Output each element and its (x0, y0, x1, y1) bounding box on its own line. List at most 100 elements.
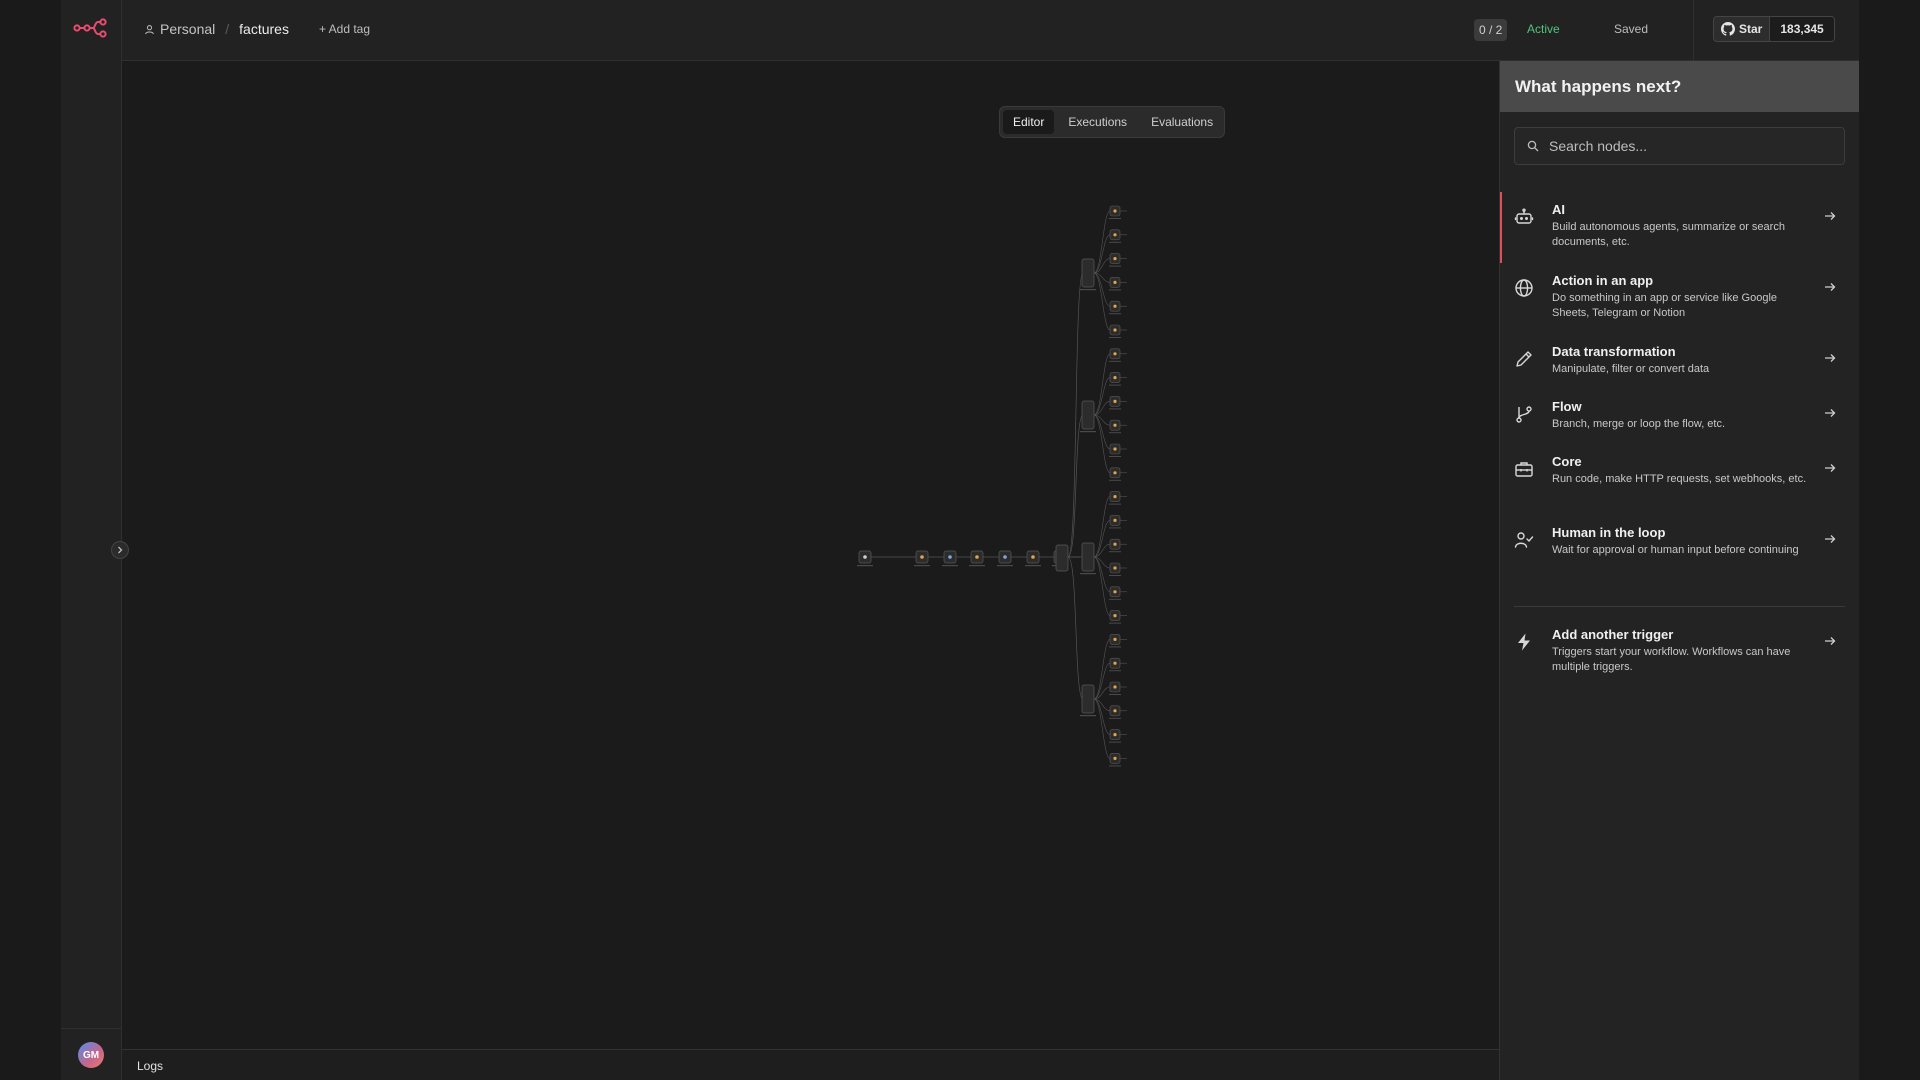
leaf-node-label[interactable] (1109, 360, 1121, 362)
category-title: Data transformation (1552, 344, 1676, 359)
leaf-node-icon[interactable] (1113, 376, 1117, 380)
group-node[interactable] (1081, 258, 1095, 288)
leaf-node-icon[interactable] (1113, 257, 1117, 261)
leaf-node-label[interactable] (1109, 241, 1121, 243)
logs-bar[interactable]: Logs (122, 1049, 1499, 1080)
trigger-desc: Triggers start your workflow. Workflows … (1552, 646, 1791, 673)
workflow-node-label[interactable] (997, 565, 1013, 567)
leaf-node-label[interactable] (1109, 456, 1121, 457)
category-add-trigger[interactable]: Add another trigger Triggers start your … (1500, 617, 1860, 688)
workflow-node-label[interactable] (914, 565, 930, 567)
workflow-graph[interactable] (122, 61, 1499, 1049)
leaf-node-label[interactable] (1109, 337, 1121, 338)
leaf-node-icon[interactable] (1113, 637, 1117, 642)
node-creator-panel: What happens next? Search nodes... AI Bu… (1499, 61, 1859, 1080)
workflow-canvas[interactable]: Editor Executions Evaluations (122, 61, 1499, 1049)
workflow-node-icon[interactable] (975, 555, 979, 559)
leaf-node-label[interactable] (1109, 503, 1121, 505)
leaf-node-label[interactable] (1109, 646, 1121, 648)
leaf-node-label[interactable] (1109, 551, 1121, 553)
workflow-node-label[interactable] (942, 565, 958, 567)
search-box[interactable] (1514, 127, 1845, 165)
workflow-node-icon[interactable] (920, 555, 924, 559)
leaf-node-label[interactable] (1109, 527, 1121, 529)
leaf-node-icon[interactable] (1113, 566, 1117, 570)
leaf-node-icon[interactable] (1113, 304, 1117, 308)
leaf-node-icon[interactable] (1113, 399, 1117, 403)
category-desc: Do something in an app or service like G… (1552, 292, 1778, 319)
leaf-node-label[interactable] (1109, 765, 1121, 767)
leaf-node-label[interactable] (1109, 408, 1121, 410)
leaf-node-label[interactable] (1109, 741, 1121, 743)
leaf-node-label[interactable] (1109, 218, 1121, 219)
leaf-node-label[interactable] (1109, 289, 1121, 291)
leaf-node-label[interactable] (1109, 622, 1121, 624)
group-node[interactable] (1081, 400, 1095, 430)
category-human-in-the-loop[interactable]: Human in the loop Wait for approval or h… (1500, 515, 1860, 586)
workflow-node-icon[interactable] (948, 555, 952, 559)
active-status[interactable]: Active (1527, 22, 1560, 36)
leaf-node-icon[interactable] (1113, 280, 1117, 284)
github-star-label-wrap[interactable]: Star (1714, 17, 1771, 41)
leaf-node-label[interactable] (1109, 717, 1121, 719)
tab-editor[interactable]: Editor (1003, 110, 1055, 134)
leaf-node-label[interactable] (1109, 313, 1121, 315)
workflow-node-icon[interactable] (1003, 555, 1007, 559)
leaf-node-icon[interactable] (1113, 518, 1117, 522)
category-core[interactable]: Core Run code, make HTTP requests, set w… (1500, 444, 1860, 515)
leaf-node-icon[interactable] (1113, 352, 1117, 356)
leaf-node-label[interactable] (1109, 384, 1121, 386)
leaf-node-icon[interactable] (1113, 542, 1117, 546)
leaf-node-label[interactable] (1109, 265, 1121, 267)
leaf-node-icon[interactable] (1113, 756, 1117, 761)
sidebar-expand-button[interactable] (111, 541, 129, 559)
leaf-node-label[interactable] (1109, 670, 1121, 672)
leaf-node-label[interactable] (1109, 575, 1121, 576)
leaf-node-label[interactable] (1109, 694, 1121, 695)
active-trigger-counter[interactable]: 0 / 2 (1474, 19, 1508, 41)
group-node-label[interactable] (1080, 289, 1096, 291)
tab-evaluations[interactable]: Evaluations (1141, 110, 1223, 134)
workflow-node-label[interactable] (857, 565, 873, 567)
leaf-node-icon[interactable] (1113, 733, 1117, 737)
leaf-node-icon[interactable] (1113, 233, 1117, 237)
switch-node[interactable] (1055, 544, 1069, 572)
category-flow[interactable]: Flow Branch, merge or loop the flow, etc… (1500, 389, 1860, 444)
group-node[interactable] (1081, 542, 1095, 572)
workflow-node-icon[interactable] (863, 555, 867, 559)
chevron-right-icon (118, 546, 123, 554)
search-input[interactable] (1549, 138, 1844, 154)
leaf-node-icon[interactable] (1113, 614, 1117, 618)
workflow-name[interactable]: factures (239, 21, 289, 37)
leaf-node-icon[interactable] (1113, 423, 1117, 427)
n8n-logo-icon[interactable] (73, 18, 107, 38)
workflow-node-label[interactable] (969, 565, 985, 567)
leaf-node-icon[interactable] (1113, 471, 1117, 475)
group-node-label[interactable] (1080, 573, 1096, 575)
tab-executions[interactable]: Executions (1058, 110, 1137, 134)
leaf-node-icon[interactable] (1113, 495, 1117, 499)
category-data-transformation[interactable]: Data transformation Manipulate, filter o… (1500, 334, 1860, 389)
group-node-label[interactable] (1080, 431, 1096, 433)
leaf-node-icon[interactable] (1113, 447, 1117, 451)
category-action-in-app[interactable]: Action in an app Do something in an app … (1500, 263, 1860, 334)
group-node-label[interactable] (1080, 715, 1096, 717)
workflow-node-label[interactable] (1025, 565, 1041, 567)
category-ai[interactable]: AI Build autonomous agents, summarize or… (1500, 192, 1860, 263)
breadcrumb-project[interactable]: Personal (144, 21, 215, 37)
leaf-node-icon[interactable] (1113, 328, 1117, 332)
leaf-node-label[interactable] (1109, 432, 1121, 434)
leaf-node-icon[interactable] (1113, 685, 1117, 689)
leaf-node-label[interactable] (1109, 479, 1121, 481)
leaf-node-icon[interactable] (1113, 709, 1117, 713)
add-another-trigger[interactable]: Add another trigger Triggers start your … (1500, 617, 1860, 688)
avatar[interactable]: GM (78, 1042, 104, 1068)
leaf-node-icon[interactable] (1113, 590, 1117, 594)
add-tag-button[interactable]: + Add tag (319, 22, 370, 36)
github-star-button[interactable]: Star 183,345 (1713, 16, 1835, 42)
leaf-node-label[interactable] (1109, 598, 1121, 600)
leaf-node-icon[interactable] (1113, 209, 1117, 213)
workflow-node-icon[interactable] (1031, 555, 1035, 559)
group-node[interactable] (1081, 684, 1095, 714)
leaf-node-icon[interactable] (1113, 661, 1117, 665)
